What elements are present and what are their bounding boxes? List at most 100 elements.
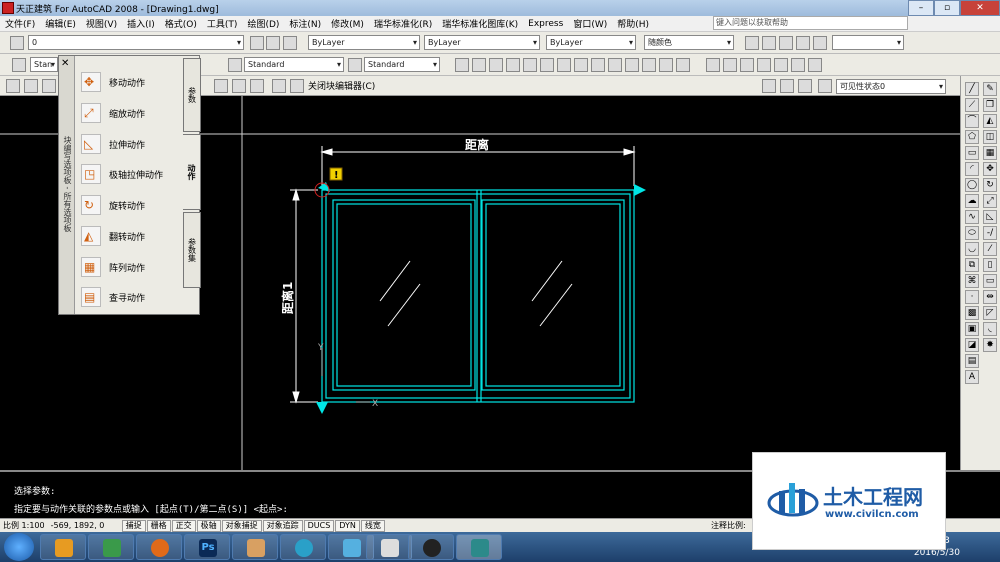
polyline-icon[interactable]: ⌒ [965,114,979,128]
menu-dimension[interactable]: 标注(N) [284,17,326,30]
action-lookup[interactable]: ▤ 查寻动作 [81,283,145,311]
plotstyle-combo[interactable]: 随颜色 [644,35,734,50]
tz-icon-9[interactable] [591,58,605,72]
action-polar-stretch[interactable]: ◳ 极轴拉伸动作 [81,160,163,188]
menu-window[interactable]: 窗口(W) [568,17,612,30]
tz-icon-12[interactable] [642,58,656,72]
mtext-icon[interactable]: A [965,370,979,384]
tz-icon-15[interactable] [706,58,720,72]
info-icon[interactable] [290,79,304,93]
table-icon[interactable]: ▤ [965,354,979,368]
lineweight-combo[interactable]: ByLayer [546,35,636,50]
tz-icon-20[interactable] [791,58,805,72]
menu-express[interactable]: Express [523,19,568,29]
toggle-ortho[interactable]: 正交 [171,519,196,532]
table-style-icon[interactable] [348,58,362,72]
join-icon[interactable]: ⇹ [983,290,997,304]
tz-icon-1[interactable] [455,58,469,72]
task-button-6[interactable] [280,534,326,560]
task-button-2[interactable] [88,534,134,560]
restore-button[interactable]: ▫ [934,0,960,16]
toggle-otrack[interactable]: 对象追踪 [262,519,303,532]
task-button-photoshop[interactable]: Ps [184,534,230,560]
action-icon[interactable] [250,79,264,93]
menu-format[interactable]: 格式(O) [160,17,202,30]
make-invisible-icon[interactable] [798,79,812,93]
break-icon[interactable]: ▭ [983,274,997,288]
extend-icon[interactable]: ⁄ [983,242,997,256]
start-button[interactable] [4,533,34,561]
toolbar-icon-a[interactable] [745,36,759,50]
text-style-icon[interactable] [12,58,26,72]
tz-icon-8[interactable] [574,58,588,72]
rectangle-icon[interactable]: ▭ [965,146,979,160]
tz-icon-11[interactable] [625,58,639,72]
explode-icon[interactable]: ✸ [983,338,997,352]
ellipse-icon[interactable]: ⬭ [965,226,979,240]
offset-icon[interactable]: ◫ [983,130,997,144]
action-stretch[interactable]: ◺ 拉伸动作 [81,130,145,158]
visibility-state-combo[interactable]: 可见性状态0 [836,79,946,94]
visibility-mode-icon[interactable] [762,79,776,93]
fillet-icon[interactable]: ◟ [983,322,997,336]
tab-actions[interactable]: 动作 [183,134,201,210]
hatch-icon[interactable]: ▩ [965,306,979,320]
scale-readout[interactable]: 比例 1:100 [0,520,48,531]
table-style-combo[interactable]: Standard [364,57,440,72]
rotate-icon[interactable]: ↻ [983,178,997,192]
task-button-3[interactable] [136,534,182,560]
array-icon[interactable]: ▦ [983,146,997,160]
tab-parameter-sets[interactable]: 参数集 [183,212,201,288]
tz-icon-17[interactable] [740,58,754,72]
toolbar-icon-b[interactable] [762,36,776,50]
save-block-as-icon[interactable] [42,79,56,93]
point-icon[interactable]: · [965,290,979,304]
close-button[interactable]: ✕ [960,0,1000,16]
edit-block-icon[interactable] [6,79,20,93]
tz-icon-19[interactable] [774,58,788,72]
arc-icon[interactable]: ◜ [965,162,979,176]
scale-icon[interactable]: ⤢ [983,194,997,208]
region-icon[interactable]: ◪ [965,338,979,352]
tz-icon-4[interactable] [506,58,520,72]
menu-modify[interactable]: 修改(M) [326,17,369,30]
toggle-lineweight[interactable]: 线宽 [360,519,385,532]
parameter-icon[interactable] [232,79,246,93]
menu-help[interactable]: 帮助(H) [612,17,654,30]
menu-tools[interactable]: 工具(T) [202,17,243,30]
tab-parameters[interactable]: 参数 [183,58,201,132]
task-button-8[interactable] [366,534,412,560]
palette-close-icon[interactable]: ✕ [61,58,69,69]
color-combo[interactable]: ByLayer [308,35,420,50]
extra-combo[interactable] [832,35,904,50]
toggle-osnap[interactable]: 对象捕捉 [221,519,262,532]
layer-state-icon[interactable] [283,36,297,50]
layer-previous-icon[interactable] [266,36,280,50]
make-block-icon[interactable]: ⌘ [965,274,979,288]
revcloud-icon[interactable]: ☁ [965,194,979,208]
copy-icon[interactable]: ❐ [983,98,997,112]
gradient-icon[interactable]: ▣ [965,322,979,336]
menu-insert[interactable]: 插入(I) [122,17,160,30]
minimize-button[interactable]: – [908,0,934,16]
tz-icon-2[interactable] [472,58,486,72]
construction-line-icon[interactable]: ⟋ [965,98,979,112]
action-flip[interactable]: ◭ 翻转动作 [81,222,145,250]
menu-ruihua-library[interactable]: 瑞华标准化图库(K) [437,17,523,30]
tz-icon-6[interactable] [540,58,554,72]
grip-right-arrow[interactable] [634,184,646,196]
tz-icon-13[interactable] [659,58,673,72]
text-style-combo[interactable]: Stan [30,57,58,72]
toolbar-icon-e[interactable] [813,36,827,50]
dim-style-combo[interactable]: Standard [244,57,344,72]
ellipse-arc-icon[interactable]: ◡ [965,242,979,256]
toolbar-icon-c[interactable] [779,36,793,50]
define-attribute-icon[interactable] [272,79,286,93]
chamfer-icon[interactable]: ◸ [983,306,997,320]
save-block-icon[interactable] [24,79,38,93]
menu-view[interactable]: 视图(V) [81,17,122,30]
task-button-5[interactable] [232,534,278,560]
manage-visibility-icon[interactable] [818,79,832,93]
tz-icon-5[interactable] [523,58,537,72]
tz-icon-10[interactable] [608,58,622,72]
